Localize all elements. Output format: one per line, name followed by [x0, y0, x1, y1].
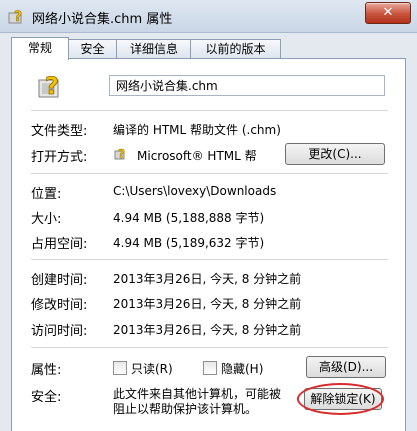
title-bar: ? 网络小说合集.chm 属性 ✕	[0, 0, 417, 33]
separator	[31, 347, 388, 348]
security-text-line2: 阻止以帮助保护该计算机。	[113, 402, 258, 416]
change-button[interactable]: 更改(C)...	[285, 143, 385, 165]
open-with-label: 打开方式:	[31, 150, 88, 165]
separator	[31, 259, 388, 260]
hidden-checkbox[interactable]	[203, 361, 217, 375]
window-title: 网络小说合集.chm 属性	[32, 12, 173, 27]
size-value: 4.94 MB (5,188,888 字节)	[113, 211, 265, 225]
tab-details-label: 详细信息	[129, 42, 178, 56]
created-value: 2013年3月26日, 今天, 8 分钟之前	[113, 272, 302, 286]
hidden-label[interactable]: 隐藏(H)	[221, 360, 263, 377]
file-name-field[interactable]: 网络小说合集.chm	[109, 75, 385, 96]
tab-previous-versions[interactable]: 以前的版本	[190, 39, 281, 59]
html-help-app-icon: ?	[114, 147, 125, 161]
svg-text:?: ?	[118, 147, 125, 161]
accessed-value: 2013年3月26日, 今天, 8 分钟之前	[113, 323, 302, 337]
readonly-label[interactable]: 只读(R)	[131, 360, 173, 377]
close-icon: ✕	[382, 5, 394, 20]
tab-security[interactable]: 安全	[67, 39, 118, 59]
modified-label: 修改时间:	[31, 298, 88, 313]
file-type-label: 文件类型:	[31, 124, 88, 139]
location-value: C:\Users\lovexy\Downloads	[113, 184, 277, 198]
size-label: 大小:	[31, 212, 62, 227]
svg-text:?: ?	[14, 9, 22, 25]
attributes-label: 属性:	[31, 363, 62, 378]
accessed-label: 访问时间:	[31, 324, 88, 339]
location-label: 位置:	[31, 187, 62, 202]
open-with-value: Microsoft® HTML 帮	[137, 149, 257, 163]
tab-security-label: 安全	[80, 42, 105, 56]
created-label: 创建时间:	[31, 273, 88, 288]
size-on-disk-label: 占用空间:	[31, 237, 88, 252]
security-label: 安全:	[31, 390, 62, 405]
annotation-circle	[297, 383, 384, 415]
tab-details[interactable]: 详细信息	[116, 39, 192, 59]
separator	[31, 110, 388, 111]
separator	[31, 173, 388, 174]
chm-file-icon: ?	[8, 9, 22, 25]
readonly-checkbox[interactable]	[113, 361, 127, 375]
advanced-button[interactable]: 高级(D)...	[306, 356, 386, 378]
tab-previous-versions-label: 以前的版本	[205, 42, 266, 56]
svg-text:?: ?	[45, 72, 59, 100]
size-on-disk-value: 4.94 MB (5,189,632 字节)	[113, 236, 265, 250]
chm-help-file-icon: ?	[38, 72, 59, 100]
tab-general[interactable]: 常规	[11, 37, 69, 60]
file-type-value: 编译的 HTML 帮助文件 (.chm)	[113, 123, 281, 137]
modified-value: 2013年3月26日, 今天, 8 分钟之前	[113, 297, 302, 311]
close-button[interactable]: ✕	[365, 2, 411, 24]
tab-general-label: 常规	[27, 41, 52, 55]
